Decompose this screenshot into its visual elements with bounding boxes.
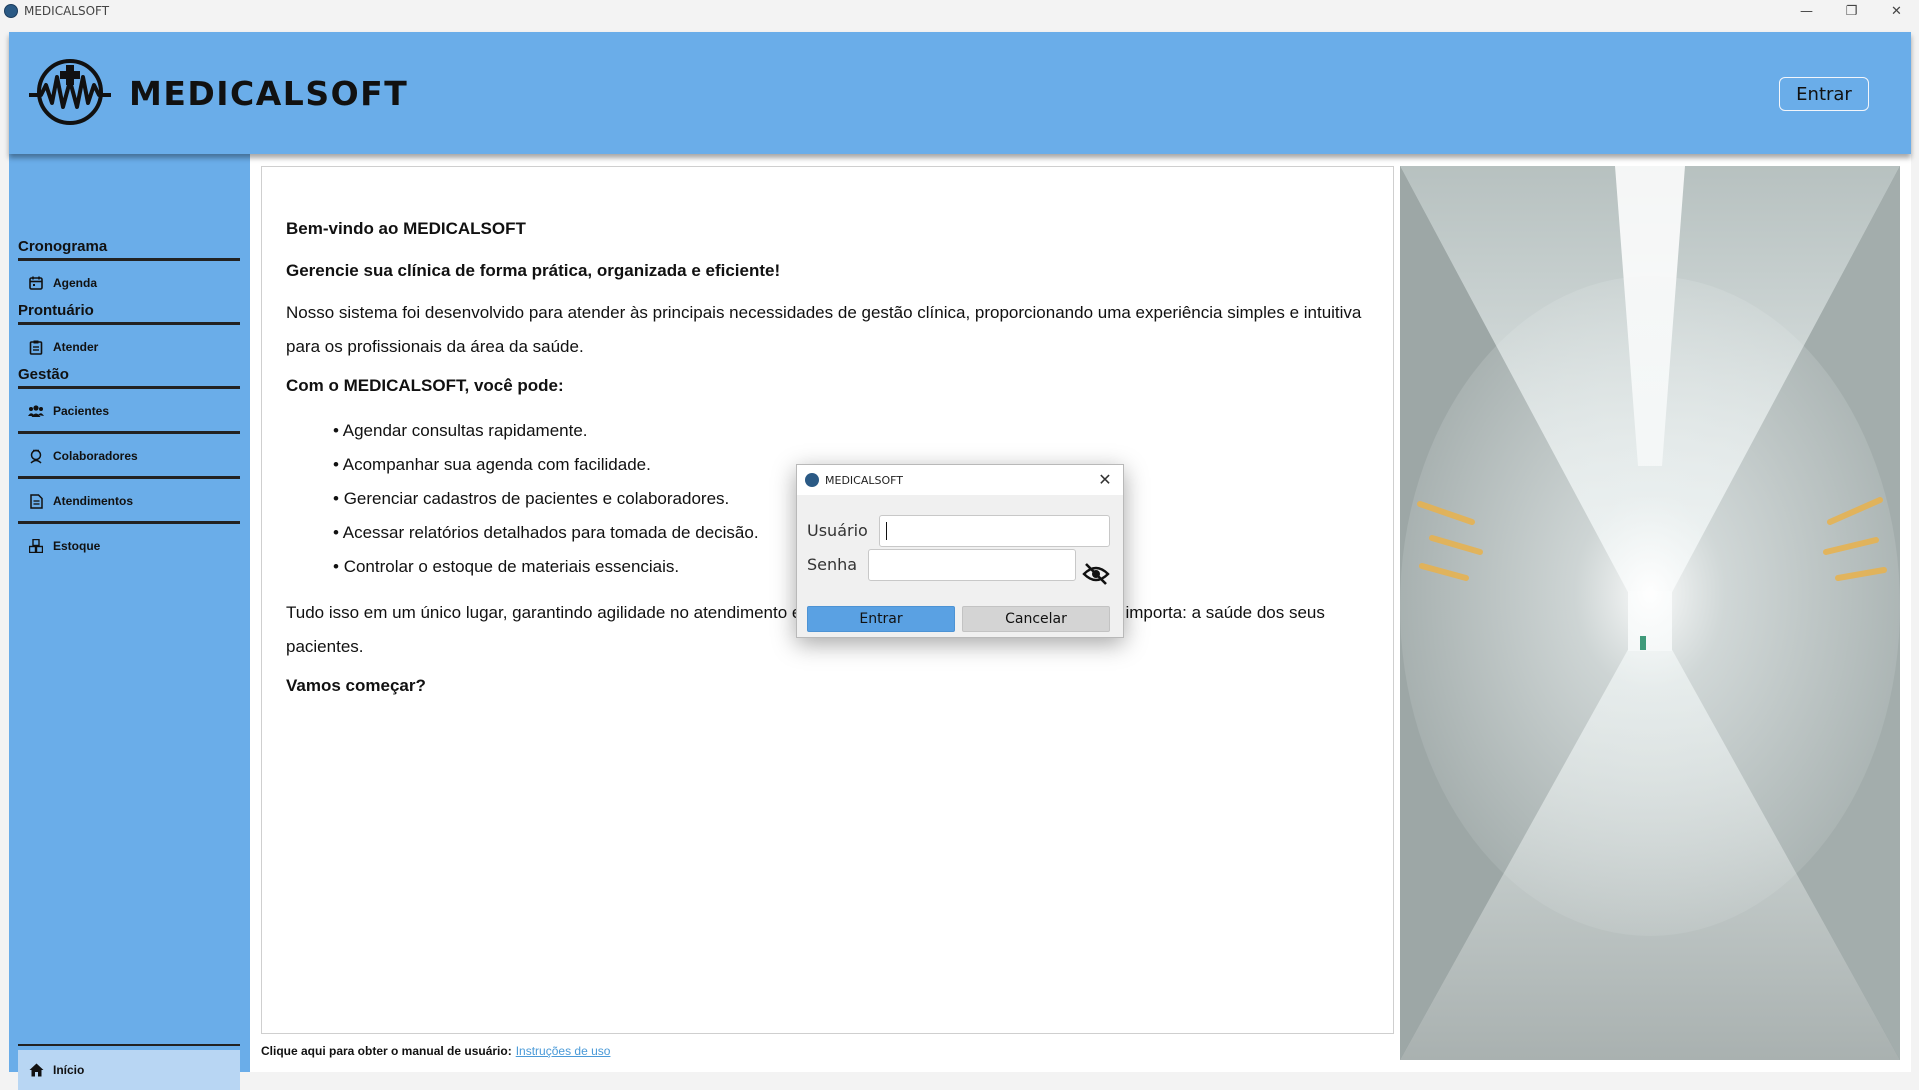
sidebar-item-estoque[interactable]: Estoque — [18, 526, 240, 566]
section-divider — [18, 521, 240, 524]
sidebar-item-atender[interactable]: Atender — [18, 327, 240, 367]
clipboard-icon — [28, 339, 44, 355]
section-title-cronograma: Cronograma — [18, 238, 108, 255]
welcome-title: Bem-vindo ao MEDICALSOFT — [286, 219, 526, 238]
section-divider — [18, 322, 240, 325]
restore-button[interactable]: ❐ — [1829, 0, 1874, 22]
sidebar-item-colaboradores[interactable]: Colaboradores — [18, 436, 240, 476]
manual-line: Clique aqui para obter o manual de usuár… — [261, 1044, 610, 1058]
intro-paragraph: Nosso sistema foi desenvolvido para aten… — [286, 303, 1362, 356]
medical-logo-icon — [29, 59, 111, 125]
window-title: MEDICALSOFT — [24, 4, 110, 18]
document-icon — [28, 493, 44, 509]
window-controls: — ❐ ✕ — [1784, 0, 1919, 22]
app-header: MEDICALSOFT Entrar — [9, 32, 1911, 154]
text-cursor — [886, 522, 887, 540]
login-cancel-button[interactable]: Cancelar — [962, 606, 1110, 632]
os-title-bar: MEDICALSOFT — ❐ ✕ — [0, 0, 1919, 22]
username-input[interactable] — [879, 515, 1110, 547]
users-icon — [28, 403, 44, 419]
password-label: Senha — [807, 555, 858, 574]
welcome-subtitle: Gerencie sua clínica de forma prática, o… — [286, 261, 781, 280]
brand-name: MEDICALSOFT — [129, 74, 409, 113]
dialog-close-button[interactable]: ✕ — [1095, 469, 1115, 489]
sidebar-item-label: Colaboradores — [53, 449, 138, 463]
sidebar-item-label: Atender — [53, 340, 99, 354]
eye-slash-icon[interactable] — [1082, 562, 1110, 586]
list-item: Agendar consultas rapidamente. — [333, 414, 1366, 448]
sidebar-item-label: Atendimentos — [53, 494, 134, 508]
section-divider — [18, 1044, 240, 1046]
call-to-action: Vamos começar? — [286, 676, 426, 695]
section-title-prontuario: Prontuário — [18, 302, 94, 319]
hallway-illustration — [1400, 166, 1900, 1060]
sidebar-item-label: Estoque — [53, 539, 101, 553]
sidebar-item-label: Início — [53, 1063, 85, 1077]
sidebar-item-atendimentos[interactable]: Atendimentos — [18, 481, 240, 521]
collaborator-icon — [28, 448, 44, 464]
section-divider — [18, 431, 240, 434]
sidebar-item-label: Pacientes — [53, 404, 110, 418]
app-globe-icon — [4, 4, 18, 18]
sidebar-item-label: Agenda — [53, 276, 98, 290]
manual-link[interactable]: Instruções de uso — [516, 1044, 611, 1058]
app-globe-icon — [805, 473, 819, 487]
home-icon — [28, 1062, 44, 1078]
section-divider — [18, 476, 240, 479]
sidebar-item-agenda[interactable]: Agenda — [18, 263, 240, 303]
section-title-gestao: Gestão — [18, 366, 69, 383]
header-login-button[interactable]: Entrar — [1779, 77, 1869, 111]
boxes-icon — [28, 538, 44, 554]
manual-text: Clique aqui para obter o manual de usuár… — [261, 1044, 512, 1058]
login-submit-button[interactable]: Entrar — [807, 606, 955, 632]
username-label: Usuário — [807, 521, 868, 540]
dialog-title: MEDICALSOFT — [825, 473, 903, 487]
features-heading: Com o MEDICALSOFT, você pode: — [286, 376, 564, 395]
minimize-button[interactable]: — — [1784, 0, 1829, 22]
hospital-hallway-image — [1400, 166, 1900, 1060]
close-window-button[interactable]: ✕ — [1874, 0, 1919, 22]
sidebar-item-pacientes[interactable]: Pacientes — [18, 391, 240, 431]
app-window: MEDICALSOFT Entrar Cronograma Agenda Pro… — [9, 32, 1911, 1090]
sidebar-item-inicio[interactable]: Início — [18, 1050, 240, 1090]
section-divider — [18, 386, 240, 389]
login-dialog: MEDICALSOFT ✕ Usuário Senha Entrar Cance… — [796, 464, 1124, 638]
password-input[interactable] — [868, 549, 1076, 581]
calendar-icon — [28, 275, 44, 291]
section-divider — [18, 258, 240, 261]
sidebar: Cronograma Agenda Prontuário Atender Ges… — [9, 154, 250, 1090]
dialog-title-bar: MEDICALSOFT — [797, 465, 1123, 495]
